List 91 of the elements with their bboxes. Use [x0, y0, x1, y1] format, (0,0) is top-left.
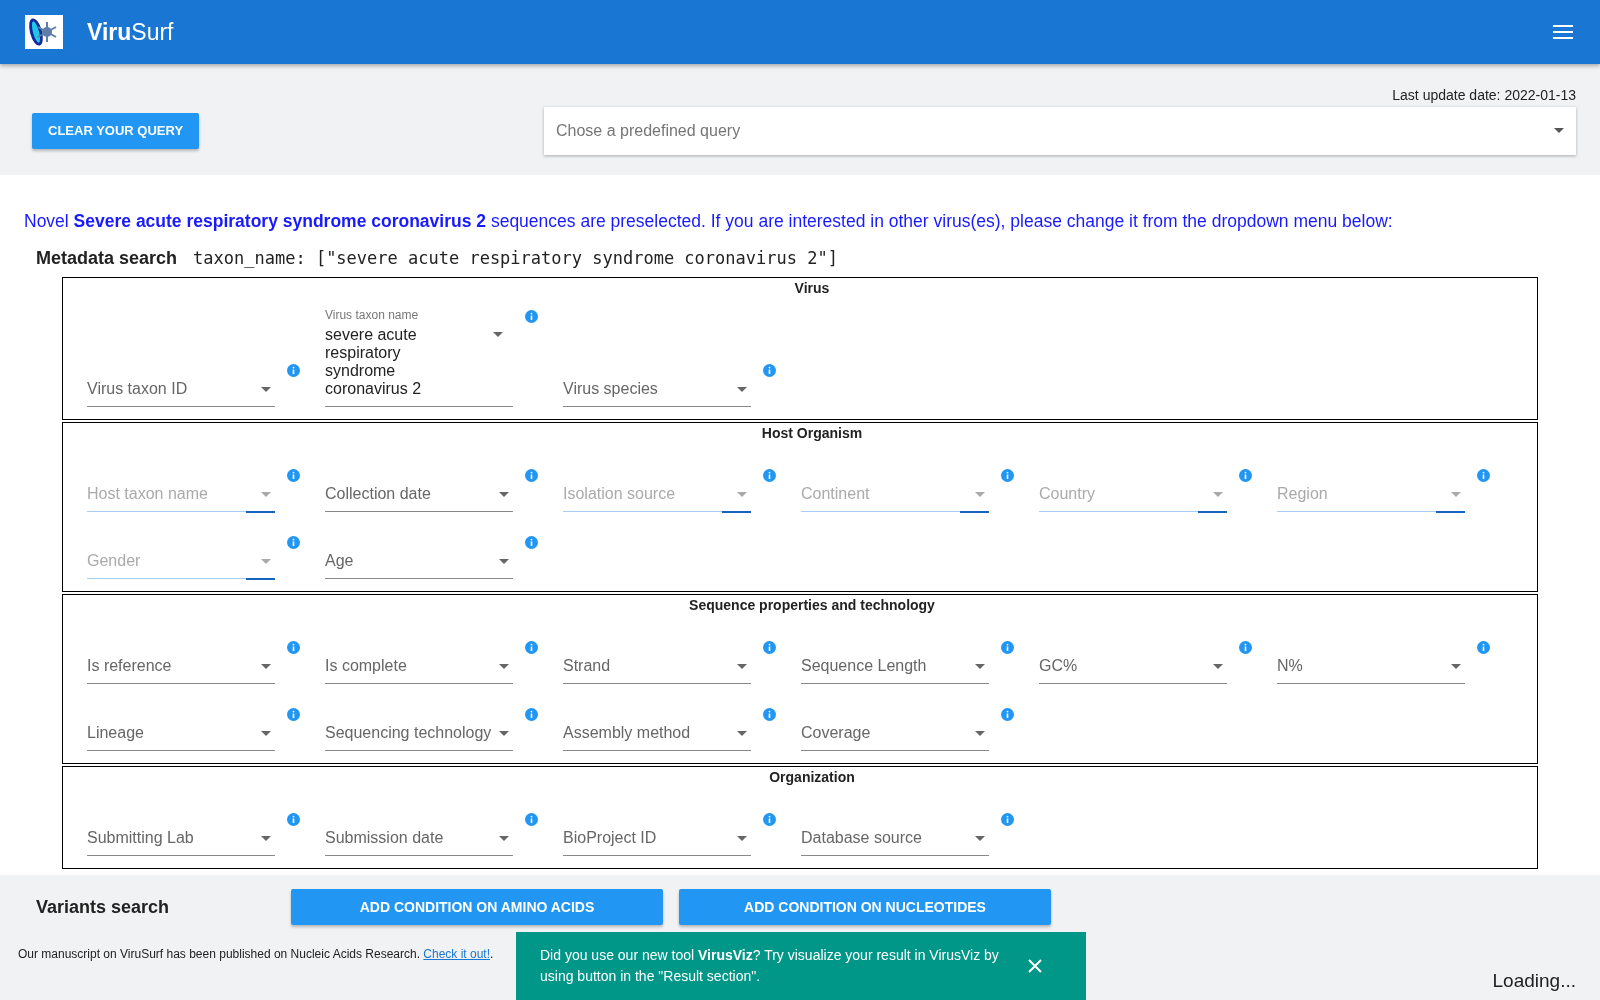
info-icon[interactable] [287, 364, 300, 377]
info-icon[interactable] [1239, 641, 1252, 654]
dropdown-field[interactable]: Strand [563, 655, 751, 684]
section-heading: Variants search [36, 896, 171, 918]
section-heading: Metadata search [36, 248, 178, 269]
manuscript-note: Our manuscript on ViruSurf has been published on Nucleic Acids Research. Check it out!. [18, 947, 494, 961]
caret-icon [499, 836, 509, 841]
dropdown-field[interactable]: BioProject ID [563, 827, 751, 856]
caret-icon [261, 492, 271, 497]
caret-icon [1451, 664, 1461, 669]
info-icon[interactable] [525, 708, 538, 721]
caret-icon [499, 731, 509, 736]
dropdown-field[interactable]: Coverage [801, 722, 989, 751]
dropdown-field[interactable]: Collection date [325, 483, 513, 512]
logo-icon [25, 15, 63, 49]
info-icon[interactable] [525, 813, 538, 826]
group-title: Host Organism [760, 425, 864, 441]
info-icon[interactable] [763, 364, 776, 377]
loading-status: Loading... [1492, 970, 1576, 992]
caret-icon [1451, 492, 1461, 497]
caret-icon [737, 836, 747, 841]
info-icon[interactable] [287, 536, 300, 549]
check-it-out-link[interactable]: Check it out! [423, 947, 491, 961]
add-condition-button[interactable]: ADD CONDITION ON NUCLEOTIDES [679, 889, 1051, 925]
caret-icon [975, 492, 985, 497]
info-icon[interactable] [763, 641, 776, 654]
caret-icon [261, 836, 271, 841]
info-icon[interactable] [287, 813, 300, 826]
dropdown-field[interactable]: Virus taxon name severe acute respiratory syndrome coronavirus 2 [325, 308, 513, 407]
caret-icon [737, 664, 747, 669]
close-icon[interactable] [1028, 959, 1042, 973]
caret-icon [261, 731, 271, 736]
caret-icon [1554, 128, 1564, 133]
caret-icon [261, 387, 271, 392]
clear-query-button[interactable]: CLEAR YOUR QUERY [32, 112, 200, 149]
predefined-query-dropdown[interactable]: Chose a predefined query [544, 106, 1576, 155]
info-icon[interactable] [1001, 813, 1014, 826]
info-icon[interactable] [1001, 708, 1014, 721]
caret-icon [737, 731, 747, 736]
dropdown-field[interactable]: Submitting Lab [87, 827, 275, 856]
dropdown-field[interactable]: Sequence Length [801, 655, 989, 684]
dropdown-field[interactable]: Lineage [87, 722, 275, 751]
info-icon[interactable] [1477, 641, 1490, 654]
dropdown-field[interactable]: N% [1277, 655, 1465, 684]
menu-icon[interactable] [1553, 24, 1575, 40]
info-icon[interactable] [1239, 469, 1252, 482]
info-icon[interactable] [287, 641, 300, 654]
caret-icon [261, 559, 271, 564]
caret-icon [261, 664, 271, 669]
info-icon[interactable] [763, 813, 776, 826]
caret-icon [737, 387, 747, 392]
info-icon[interactable] [287, 708, 300, 721]
info-icon[interactable] [525, 469, 538, 482]
dropdown-field[interactable]: Is complete [325, 655, 513, 684]
caret-icon [499, 559, 509, 564]
info-icon[interactable] [763, 708, 776, 721]
info-icon[interactable] [1001, 641, 1014, 654]
caret-icon [1213, 664, 1223, 669]
caret-icon [975, 664, 985, 669]
query-text: taxon_name: ["severe acute respiratory syndrome coronavirus 2"] [193, 248, 838, 268]
caret-icon [975, 836, 985, 841]
caret-icon [1213, 492, 1223, 497]
info-icon[interactable] [1477, 469, 1490, 482]
add-condition-button[interactable]: ADD CONDITION ON AMINO ACIDS [291, 889, 663, 925]
dropdown-field[interactable]: Assembly method [563, 722, 751, 751]
preselection-notice: Novel Severe acute respiratory syndrome coronavirus 2 sequences are preselected. If you are interested in other virus(es), please change it from the dropdown menu below: [24, 211, 1394, 232]
info-icon[interactable] [525, 310, 538, 323]
group-title: Virus [793, 280, 831, 296]
dropdown-field[interactable]: Virus species [563, 378, 751, 407]
group-title: Sequence properties and technology [688, 597, 936, 613]
dropdown-field[interactable]: Virus taxon ID [87, 378, 275, 407]
caret-icon [499, 664, 509, 669]
dropdown-field[interactable]: Age [325, 550, 513, 579]
dropdown-field[interactable]: GC% [1039, 655, 1227, 684]
caret-icon [499, 492, 509, 497]
dropdown-field[interactable]: Submission date [325, 827, 513, 856]
last-update-date: Last update date: 2022-01-13 [1392, 87, 1576, 103]
caret-icon [737, 492, 747, 497]
info-icon[interactable] [763, 469, 776, 482]
snackbar-message: Did you use our new tool VirusViz? Try visualize your result in VirusViz by using button in the "Result section". [540, 946, 1000, 986]
group-title: Organization [768, 769, 856, 785]
info-icon[interactable] [525, 641, 538, 654]
info-icon[interactable] [287, 469, 300, 482]
dropdown-field[interactable]: Is reference [87, 655, 275, 684]
caret-icon [975, 731, 985, 736]
caret-icon [493, 332, 503, 337]
info-icon[interactable] [1001, 469, 1014, 482]
info-icon[interactable] [525, 536, 538, 549]
dropdown-field[interactable]: Database source [801, 827, 989, 856]
dropdown-field[interactable]: Sequencing technology [325, 722, 513, 751]
app-title: ViruSurf [87, 18, 174, 46]
